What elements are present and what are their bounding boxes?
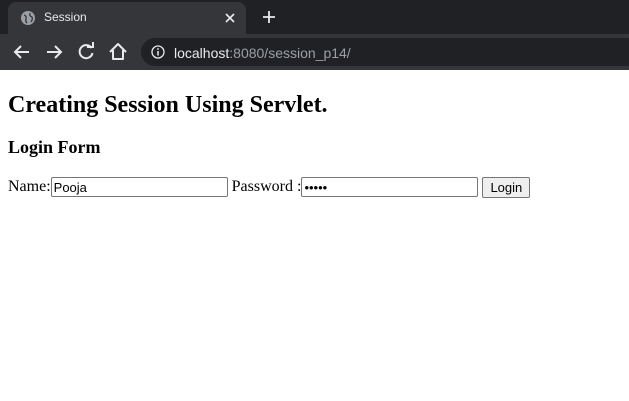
url-text: localhost:8080/session_p14/ [174, 45, 351, 61]
info-icon[interactable] [151, 45, 165, 59]
name-input[interactable] [50, 177, 228, 198]
name-label: Name: [8, 178, 51, 195]
home-icon[interactable] [107, 41, 129, 63]
forward-arrow-icon[interactable] [43, 41, 65, 63]
page-content: Creating Session Using Servlet. Login Fo… [0, 91, 629, 198]
tab-strip: Session [0, 0, 629, 34]
browser-tab[interactable]: Session [8, 2, 246, 34]
login-button[interactable]: Login [482, 176, 531, 198]
form-title: Login Form [8, 137, 101, 157]
reload-icon[interactable] [75, 41, 97, 63]
new-tab-icon[interactable] [259, 7, 279, 27]
password-label: Password : [231, 178, 302, 195]
back-arrow-icon[interactable] [11, 41, 33, 63]
url-path: :8080/session_p14/ [229, 45, 351, 61]
globe-icon [21, 11, 35, 25]
url-host: localhost [174, 45, 230, 61]
close-icon[interactable] [222, 10, 238, 26]
page-title: Creating Session Using Servlet. [8, 92, 328, 118]
browser-toolbar: localhost:8080/session_p14/ [0, 34, 629, 70]
login-form: Name: Password : Login [8, 176, 621, 198]
tab-title: Session [44, 10, 87, 24]
password-input[interactable] [301, 177, 479, 198]
address-bar[interactable]: localhost:8080/session_p14/ [141, 38, 629, 66]
